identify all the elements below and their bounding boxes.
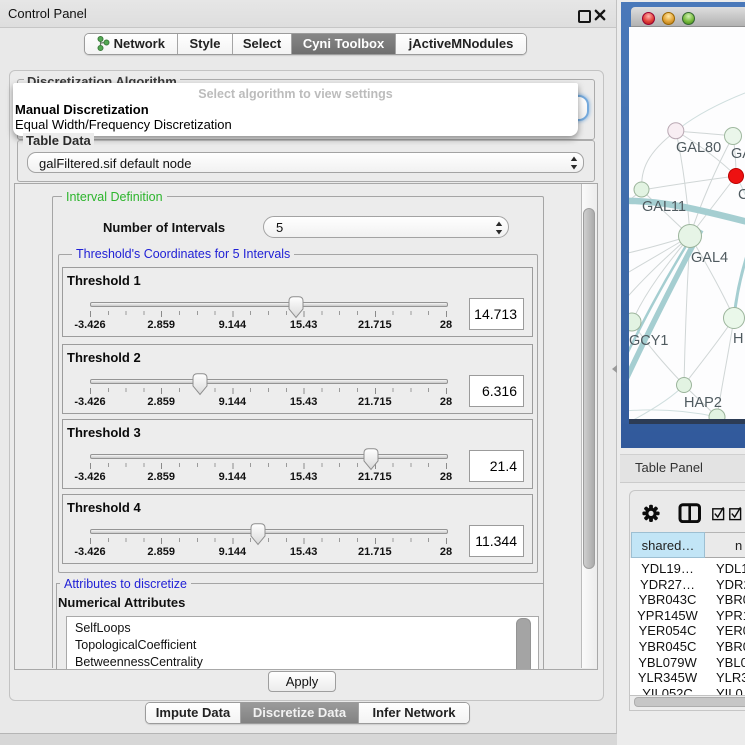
svg-text:C: C: [738, 187, 745, 203]
svg-text:GCY1: GCY1: [629, 333, 669, 349]
svg-text:H: H: [733, 331, 743, 347]
svg-text:GAL11: GAL11: [642, 199, 686, 215]
svg-text:GAL80: GAL80: [676, 140, 721, 156]
svg-text:HAP2: HAP2: [684, 395, 722, 411]
svg-text:GA: GA: [731, 146, 745, 162]
svg-text:GAL4: GAL4: [691, 250, 728, 266]
